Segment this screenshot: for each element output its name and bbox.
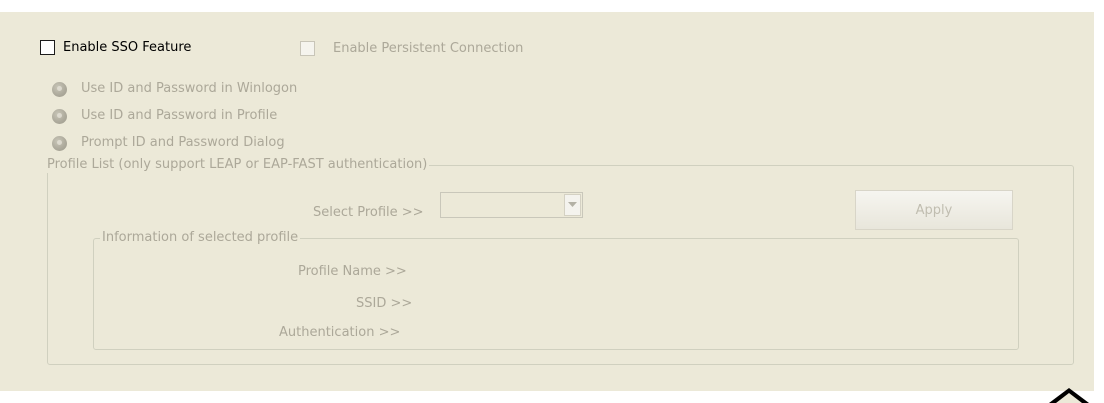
profile-info-group: [93, 238, 1019, 350]
triangle-up-icon[interactable]: [1045, 386, 1093, 403]
prompt-dialog-radio[interactable]: [52, 136, 67, 151]
sso-settings-panel: Enable SSO Feature Enable Persistent Con…: [0, 12, 1094, 403]
authentication-label: Authentication >>: [279, 325, 401, 340]
ssid-label: SSID >>: [356, 296, 413, 311]
winlogon-radio[interactable]: [52, 82, 67, 97]
profile-list-legend: Profile List (only support LEAP or EAP-F…: [45, 157, 430, 173]
select-profile-dropdown[interactable]: [440, 192, 583, 218]
winlogon-option-label[interactable]: Use ID and Password in Winlogon: [81, 81, 297, 97]
enable-sso-checkbox[interactable]: [40, 40, 55, 55]
profile-info-legend: Information of selected profile: [100, 230, 301, 246]
profile-name-label: Profile Name >>: [298, 264, 407, 279]
apply-button[interactable]: Apply: [855, 190, 1013, 230]
prompt-dialog-option-label[interactable]: Prompt ID and Password Dialog: [81, 135, 285, 151]
profile-radio[interactable]: [52, 109, 67, 124]
profile-option-label[interactable]: Use ID and Password in Profile: [81, 108, 277, 124]
enable-persistent-connection-checkbox[interactable]: [300, 41, 315, 56]
dropdown-button[interactable]: [564, 194, 581, 216]
chevron-down-icon: [568, 202, 577, 207]
enable-persistent-connection-label[interactable]: Enable Persistent Connection: [333, 41, 523, 57]
enable-sso-label[interactable]: Enable SSO Feature: [63, 40, 191, 56]
select-profile-label: Select Profile >>: [313, 205, 424, 220]
